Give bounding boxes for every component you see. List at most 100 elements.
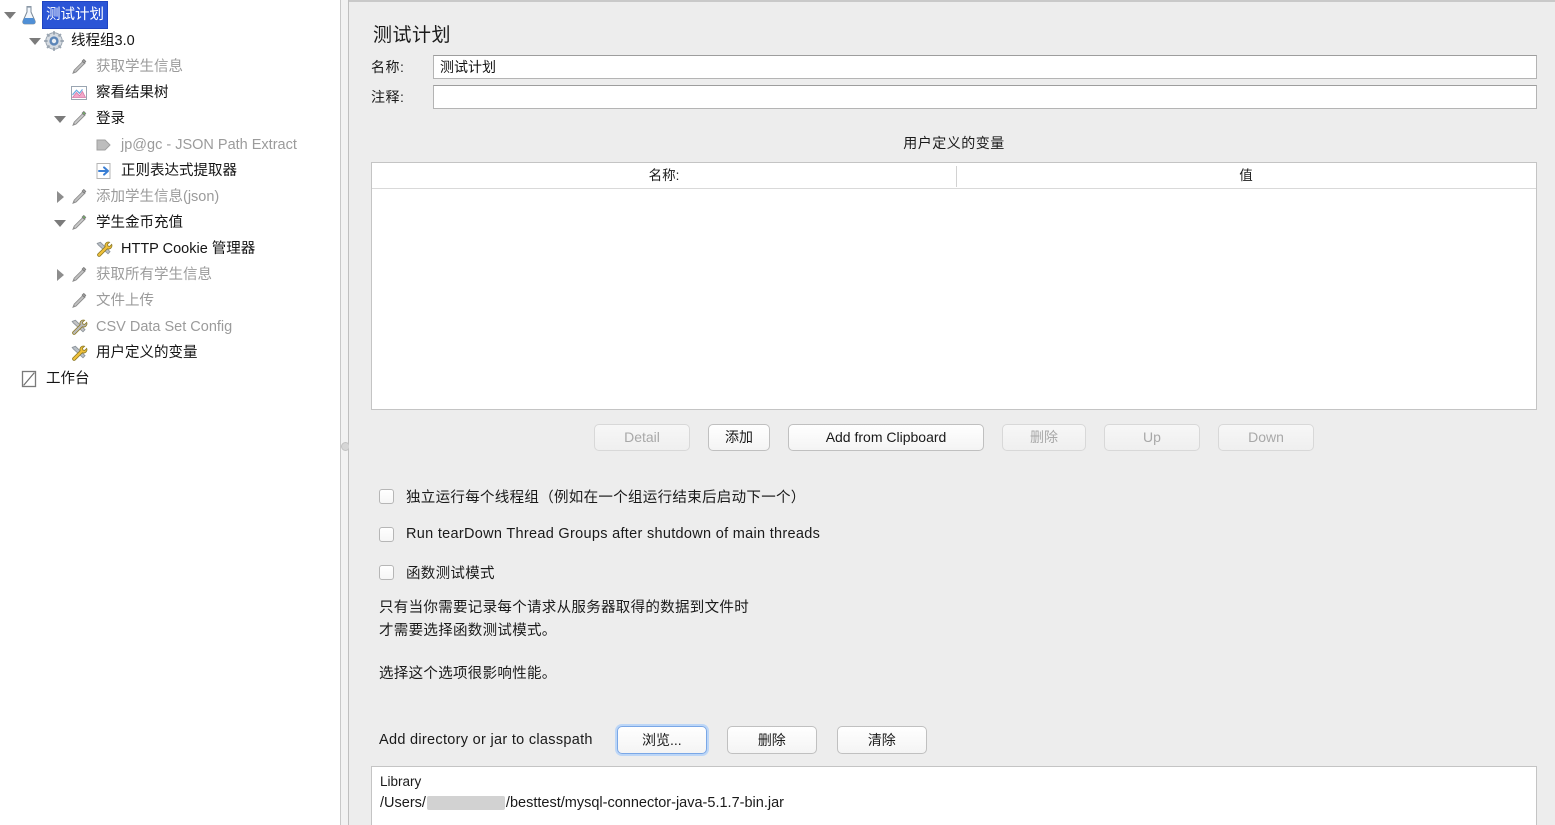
table-body[interactable] [372, 189, 1536, 408]
view-results-tree-icon [68, 82, 90, 104]
help-line-3: 选择这个选项很影响性能。 [379, 666, 557, 682]
tree-item-label: 文件上传 [96, 293, 154, 309]
panel-splitter[interactable] [340, 0, 350, 825]
tree-item-11[interactable]: 文件上传 [0, 288, 340, 314]
classpath-delete-button[interactable]: 删除 [726, 726, 817, 754]
comment-input[interactable] [433, 85, 1537, 109]
sampler-pencil-icon [68, 108, 90, 130]
tree-toggle-spacer [77, 158, 93, 184]
tree-toggle-expanded-icon[interactable] [52, 210, 68, 236]
tree-toggle-spacer [52, 340, 68, 366]
tree-toggle-spacer [77, 132, 93, 158]
library-path-prefix: /Users/ [380, 795, 426, 811]
option-checkbox-1[interactable] [379, 526, 394, 542]
tree-item-1[interactable]: 线程组3.0 [0, 28, 340, 54]
sampler-pencil-icon [68, 212, 90, 234]
comment-field-row: 注释: [371, 83, 1537, 111]
tree-item-0[interactable]: 测试计划 [0, 2, 340, 28]
tree-item-label: HTTP Cookie 管理器 [121, 241, 256, 257]
tree-item-10[interactable]: 获取所有学生信息 [0, 262, 340, 288]
test-plan-options-list: 独立运行每个线程组（例如在一个组运行结束后启动下一个） Run tearDown … [371, 481, 1537, 587]
tree-item-label: 学生金币充值 [96, 215, 183, 231]
option-row-2: 函数测试模式 [379, 557, 1537, 587]
table-header-row: 名称: 值 [372, 163, 1536, 189]
name-field-row: 名称: [371, 53, 1537, 81]
variables-button-row: Detail 添加 Add from Clipboard 删除 Up Down [371, 424, 1537, 451]
tree-toggle-expanded-icon[interactable] [2, 2, 18, 28]
name-input[interactable] [433, 55, 1537, 79]
tree-item-7[interactable]: 添加学生信息(json) [0, 184, 340, 210]
regex-extractor-icon [93, 160, 115, 182]
classpath-row: Add directory or jar to classpath 浏览... … [371, 726, 1537, 754]
tree-item-label: 线程组3.0 [71, 33, 135, 49]
tree-item-label: 正则表达式提取器 [121, 163, 237, 179]
library-list-item[interactable]: /Users/ /besttest/mysql-connector-java-5.… [380, 792, 1528, 814]
tree-item-label: 测试计划 [43, 2, 107, 28]
tree-toggle-collapsed-icon[interactable] [52, 262, 68, 288]
redacted-username [426, 796, 505, 810]
tree-item-label: 获取学生信息 [96, 59, 183, 75]
column-header-value[interactable]: 值 [956, 163, 1536, 189]
tree-item-3[interactable]: 察看结果树 [0, 80, 340, 106]
column-header-name[interactable]: 名称: [372, 163, 956, 189]
tree-item-label: jp@gc - JSON Path Extract [121, 137, 297, 153]
tree-item-13[interactable]: 用户定义的变量 [0, 340, 340, 366]
option-label-2: 函数测试模式 [406, 565, 495, 582]
tree-toggle-spacer [52, 288, 68, 314]
config-wrench-icon [93, 238, 115, 260]
tree-item-4[interactable]: 登录 [0, 106, 340, 132]
tree-toggle-expanded-icon[interactable] [27, 28, 43, 54]
tree-toggle-spacer [52, 314, 68, 340]
tree-item-label: 获取所有学生信息 [96, 267, 212, 283]
library-path-suffix: /besttest/mysql-connector-java-5.1.7-bin… [505, 795, 784, 811]
classpath-label: Add directory or jar to classpath [379, 732, 593, 748]
tree-toggle-spacer [52, 80, 68, 106]
option-checkbox-2[interactable] [379, 564, 394, 580]
tree-item-6[interactable]: 正则表达式提取器 [0, 158, 340, 184]
library-column-header: Library [380, 774, 422, 789]
tree-toggle-spacer [52, 54, 68, 80]
user-variables-table[interactable]: 名称: 值 [371, 162, 1537, 410]
help-line-2: 才需要选择函数测试模式。 [379, 623, 557, 639]
tree-item-9[interactable]: HTTP Cookie 管理器 [0, 236, 340, 262]
sampler-pencil-icon [68, 290, 90, 312]
variables-button-: 删除 [1002, 424, 1086, 451]
tree-item-label: 用户定义的变量 [96, 345, 198, 361]
config-wrench-icon [68, 342, 90, 364]
browse-button[interactable]: 浏览... [616, 726, 707, 754]
tree-item-label: 工作台 [46, 371, 90, 387]
variables-button-[interactable]: 添加 [708, 424, 770, 451]
test-plan-tree-panel[interactable]: 测试计划线程组3.0 获取学生信息察看结果树登录 jp@gc - JSON Path… [0, 0, 340, 825]
tree-item-2[interactable]: 获取学生信息 [0, 54, 340, 80]
tree-item-8[interactable]: 学生金币充值 [0, 210, 340, 236]
classpath-clear-button[interactable]: 清除 [836, 726, 927, 754]
column-divider[interactable] [956, 166, 957, 187]
test-plan-editor-panel: 测试计划 名称: 注释: 用户定义的变量 名称: 值 Detail 添加 Add f… [349, 0, 1555, 825]
help-line-1: 只有当你需要记录每个请求从服务器取得的数据到文件时 [379, 600, 749, 616]
tree-item-14[interactable]: 工作台 [0, 366, 340, 392]
page-title: 测试计划 [373, 25, 452, 46]
tree-item-label: 登录 [96, 111, 125, 127]
tree-item-5[interactable]: jp@gc - JSON Path Extract [0, 132, 340, 158]
post-processor-arrow-icon [93, 134, 115, 156]
tree-toggle-expanded-icon[interactable] [52, 106, 68, 132]
tree-toggle-spacer [2, 366, 18, 392]
variables-button-add-from-clipboard[interactable]: Add from Clipboard [788, 424, 984, 451]
test-plan-tree[interactable]: 测试计划线程组3.0 获取学生信息察看结果树登录 jp@gc - JSON Path… [0, 0, 340, 392]
tree-toggle-spacer [77, 236, 93, 262]
variables-button-detail: Detail [594, 424, 690, 451]
tree-item-label: 添加学生信息(json) [96, 189, 220, 205]
option-checkbox-0[interactable] [379, 488, 394, 504]
jmeter-window: 测试计划 线程组3.0 获取学生信息 察看结果树 登录 jp@gc - JSON Path… [0, 0, 1555, 825]
function-mode-help-text: 只有当你需要记录每个请求从服务器取得的数据到文件时 才需要选择函数测试模式。 选… [371, 597, 1537, 686]
variables-button-up: Up [1104, 424, 1200, 451]
sampler-pencil-icon [68, 56, 90, 78]
sampler-pencil-icon [68, 186, 90, 208]
tree-item-12[interactable]: CSV Data Set Config [0, 314, 340, 340]
help-spacer [379, 643, 1537, 663]
config-wrench-icon [68, 316, 90, 338]
sampler-pencil-icon [68, 264, 90, 286]
library-list[interactable]: Library /Users/ /besttest/mysql-connector… [371, 766, 1537, 825]
comment-label: 注释: [371, 89, 405, 105]
tree-toggle-collapsed-icon[interactable] [52, 184, 68, 210]
